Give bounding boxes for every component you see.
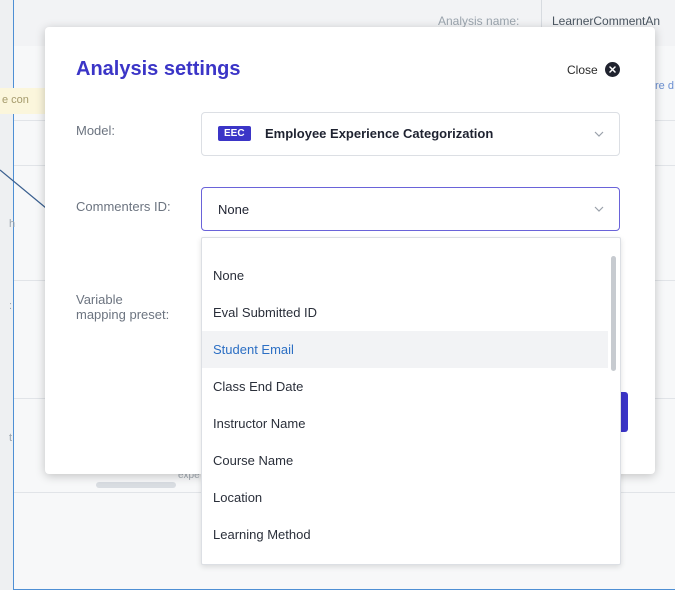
model-badge: EEC <box>218 126 251 141</box>
commenters-id-select[interactable]: None <box>201 187 620 231</box>
variable-mapping-label: Variable mapping preset: <box>76 292 169 322</box>
model-select[interactable]: EEC Employee Experience Categorization <box>201 112 620 156</box>
dropdown-option[interactable]: Location <box>202 479 608 516</box>
close-button[interactable]: Close <box>567 62 620 77</box>
dropdown-option[interactable]: Instructor Name <box>202 405 608 442</box>
dropdown-scrollbar[interactable] <box>611 256 616 371</box>
dropdown-option-highlighted[interactable]: Student Email <box>202 331 608 368</box>
close-icon[interactable] <box>604 62 620 77</box>
dropdown-option[interactable]: Class End Date <box>202 368 608 405</box>
close-label: Close <box>567 62 598 77</box>
dropdown-option[interactable]: Course Name <box>202 442 608 479</box>
modal-title: Analysis settings <box>76 58 241 80</box>
chevron-down-icon <box>594 206 604 212</box>
model-value: Employee Experience Categorization <box>265 126 494 141</box>
model-label: Model: <box>76 123 116 138</box>
variable-mapping-label-line2: mapping preset: <box>76 307 170 322</box>
commenters-id-value: None <box>218 202 250 217</box>
dropdown-option[interactable]: None <box>202 257 608 294</box>
dropdown-option[interactable]: Eval Submitted ID <box>202 294 608 331</box>
dropdown-option[interactable]: Learning Method <box>202 516 608 553</box>
variable-mapping-label-line1: Variable <box>76 292 123 307</box>
chevron-down-icon <box>594 131 604 137</box>
primary-action-button[interactable] <box>620 392 628 432</box>
commenters-id-dropdown: None Eval Submitted ID Student Email Cla… <box>201 237 621 565</box>
commenters-id-label: Commenters ID: <box>76 199 171 214</box>
